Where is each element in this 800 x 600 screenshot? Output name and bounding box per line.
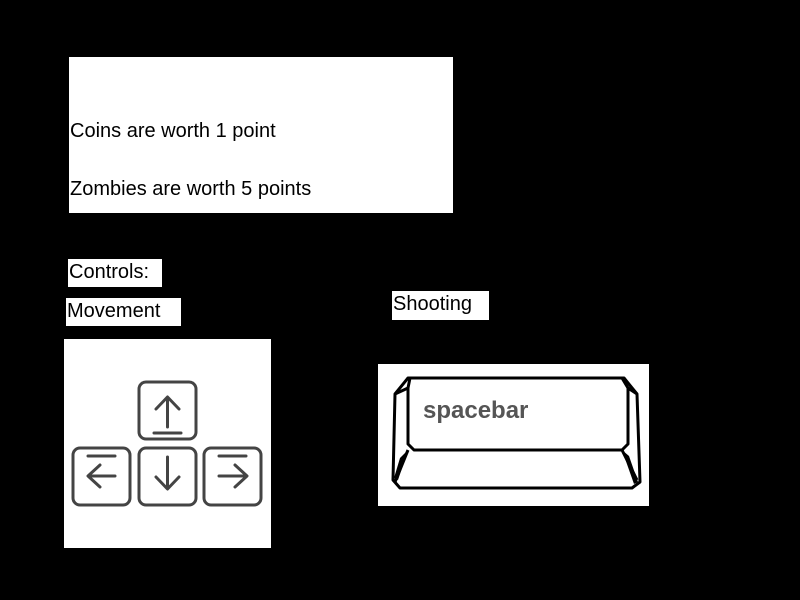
- controls-heading: Controls:: [68, 259, 162, 287]
- arrow-up-icon: [137, 380, 198, 441]
- instructions-panel: Kill as much zombies as you can! Coins a…: [69, 5, 453, 213]
- arrow-right-icon: [202, 446, 263, 507]
- instruction-goal: Kill as much zombies as you can!: [70, 5, 366, 27]
- shooting-label: Shooting: [392, 291, 489, 320]
- spacebar-key-illustration: spacebar: [378, 364, 649, 506]
- instruction-coins: Coins are worth 1 point: [70, 120, 276, 142]
- movement-label: Movement: [66, 298, 181, 326]
- arrow-keys-illustration: [64, 339, 271, 548]
- arrow-left-icon: [71, 446, 132, 507]
- spacebar-key-label: spacebar: [423, 397, 529, 424]
- instruction-zombies: Zombies are worth 5 points: [70, 178, 312, 200]
- arrow-down-icon: [137, 446, 198, 507]
